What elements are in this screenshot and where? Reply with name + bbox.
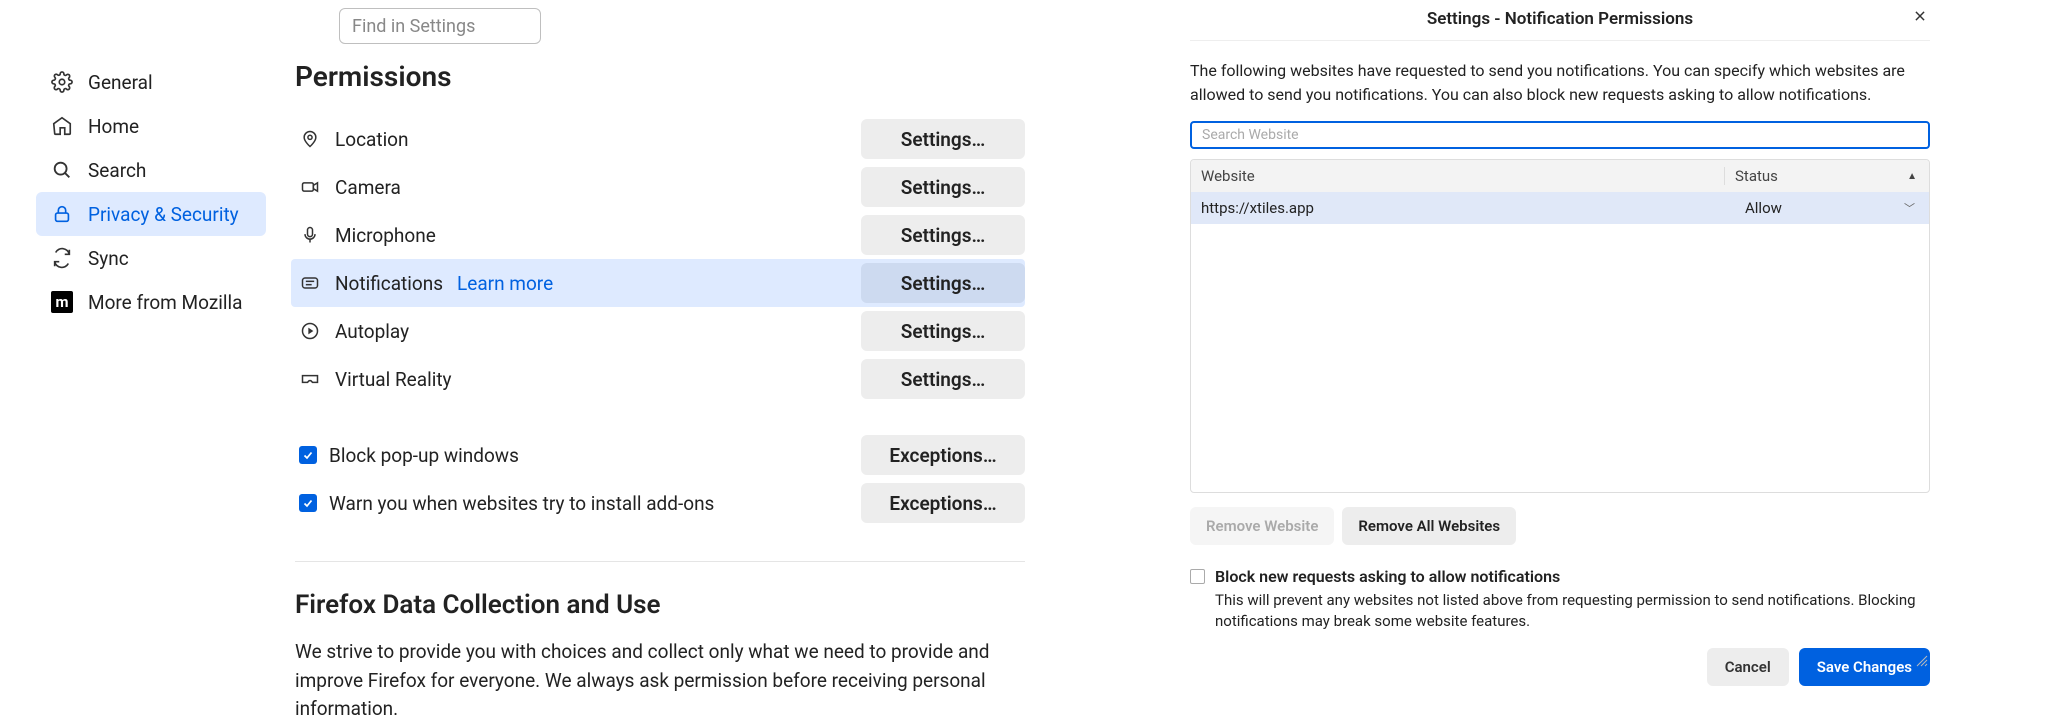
- chevron-down-icon: ﹀: [1904, 200, 1915, 216]
- permission-row-microphone: Microphone Settings…: [295, 211, 1025, 259]
- sidebar-item-label: Sync: [88, 247, 129, 270]
- gear-icon: [50, 70, 74, 94]
- permission-row-camera: Camera Settings…: [295, 163, 1025, 211]
- table-row[interactable]: https://xtiles.app Allow ﹀: [1191, 192, 1929, 224]
- warn-addons-label: Warn you when websites try to install ad…: [329, 492, 714, 515]
- permission-label: Location: [335, 128, 409, 151]
- remove-all-websites-button[interactable]: Remove All Websites: [1342, 507, 1516, 545]
- table-cell-website: https://xtiles.app: [1191, 199, 1725, 217]
- resize-grip-icon[interactable]: [1914, 652, 1928, 666]
- notification-permissions-dialog: Settings - Notification Permissions The …: [1190, 0, 1930, 668]
- permissions-heading: Permissions: [295, 60, 1025, 93]
- permission-row-autoplay: Autoplay Settings…: [295, 307, 1025, 355]
- permission-label: Camera: [335, 176, 401, 199]
- save-changes-button[interactable]: Save Changes: [1799, 648, 1930, 686]
- sidebar-item-privacy-security[interactable]: Privacy & Security: [36, 192, 266, 236]
- data-collection-heading: Firefox Data Collection and Use: [295, 590, 1025, 620]
- remove-website-button: Remove Website: [1190, 507, 1334, 545]
- block-popups-exceptions-button[interactable]: Exceptions…: [861, 435, 1025, 475]
- sort-ascending-icon: ▲: [1907, 171, 1917, 182]
- data-collection-body: We strive to provide you with choices an…: [295, 638, 1015, 724]
- home-icon: [50, 114, 74, 138]
- notifications-icon: [299, 272, 321, 294]
- block-popups-label: Block pop-up windows: [329, 444, 519, 467]
- sidebar-item-search[interactable]: Search: [36, 148, 266, 192]
- camera-settings-button[interactable]: Settings…: [861, 167, 1025, 207]
- sidebar-item-home[interactable]: Home: [36, 104, 266, 148]
- table-header-status[interactable]: Status ▲: [1725, 167, 1929, 185]
- settings-sidebar: General Home Search Privacy & Security S…: [36, 60, 266, 324]
- dialog-divider: [1190, 40, 1930, 41]
- notifications-learn-more-link[interactable]: Learn more: [457, 272, 553, 295]
- status-value: Allow: [1745, 199, 1782, 217]
- vr-settings-button[interactable]: Settings…: [861, 359, 1025, 399]
- lock-icon: [50, 202, 74, 226]
- block-new-requests-label: Block new requests asking to allow notif…: [1215, 567, 1560, 586]
- permission-row-location: Location Settings…: [295, 115, 1025, 163]
- microphone-icon: [299, 224, 321, 246]
- table-header-website[interactable]: Website: [1191, 167, 1725, 185]
- camera-icon: [299, 176, 321, 198]
- sidebar-item-label: General: [88, 71, 153, 94]
- close-icon[interactable]: [1910, 6, 1930, 26]
- dialog-description: The following websites have requested to…: [1190, 59, 1930, 107]
- sidebar-item-general[interactable]: General: [36, 60, 266, 104]
- permission-label: Virtual Reality: [335, 368, 452, 391]
- settings-content: Permissions Location Settings… Camera Se…: [295, 60, 1025, 724]
- sidebar-item-label: Privacy & Security: [88, 203, 239, 226]
- find-in-settings-input[interactable]: [339, 8, 541, 44]
- cancel-button[interactable]: Cancel: [1707, 648, 1789, 686]
- block-popups-checkbox[interactable]: [299, 446, 317, 464]
- block-new-requests-description: This will prevent any websites not liste…: [1215, 590, 1930, 632]
- search-icon: [50, 158, 74, 182]
- warn-addons-checkbox[interactable]: [299, 494, 317, 512]
- permission-label: Notifications: [335, 272, 443, 295]
- permission-label: Autoplay: [335, 320, 409, 343]
- location-icon: [299, 128, 321, 150]
- microphone-settings-button[interactable]: Settings…: [861, 215, 1025, 255]
- block-new-requests-checkbox[interactable]: [1190, 569, 1205, 584]
- notifications-settings-button[interactable]: Settings…: [861, 263, 1025, 303]
- permission-row-notifications: Notifications Learn more Settings…: [291, 259, 1025, 307]
- warn-addons-row: Warn you when websites try to install ad…: [295, 479, 1025, 527]
- warn-addons-exceptions-button[interactable]: Exceptions…: [861, 483, 1025, 523]
- permission-label: Microphone: [335, 224, 436, 247]
- sidebar-item-label: Home: [88, 115, 139, 138]
- block-popups-row: Block pop-up windows Exceptions…: [295, 431, 1025, 479]
- sync-icon: [50, 246, 74, 270]
- permission-row-vr: Virtual Reality Settings…: [295, 355, 1025, 403]
- section-divider: [295, 561, 1025, 562]
- sidebar-item-label: More from Mozilla: [88, 291, 242, 314]
- vr-icon: [299, 368, 321, 390]
- autoplay-settings-button[interactable]: Settings…: [861, 311, 1025, 351]
- dialog-website-table: Website Status ▲ https://xtiles.app Allo…: [1190, 159, 1930, 493]
- mozilla-icon: m: [50, 290, 74, 314]
- dialog-search-website-input[interactable]: [1190, 121, 1930, 149]
- location-settings-button[interactable]: Settings…: [861, 119, 1025, 159]
- dialog-title: Settings - Notification Permissions: [1427, 9, 1693, 29]
- table-cell-status-select[interactable]: Allow ﹀: [1725, 199, 1929, 217]
- sidebar-item-label: Search: [88, 159, 146, 182]
- table-header-status-label: Status: [1735, 167, 1778, 185]
- sidebar-item-sync[interactable]: Sync: [36, 236, 266, 280]
- autoplay-icon: [299, 320, 321, 342]
- sidebar-item-more-mozilla[interactable]: m More from Mozilla: [36, 280, 266, 324]
